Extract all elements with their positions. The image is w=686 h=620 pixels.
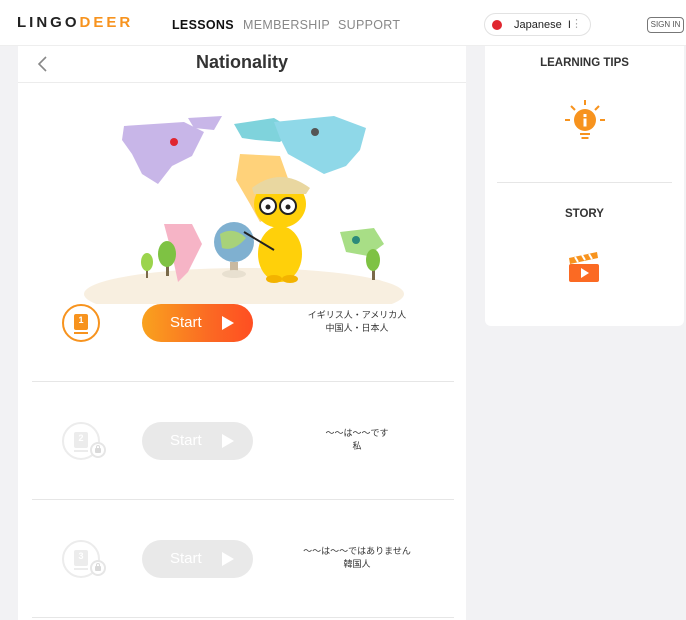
start-label: Start (170, 314, 202, 331)
start-button[interactable]: Start (142, 304, 253, 342)
lesson-content: ～～は～～です 私 (272, 428, 442, 454)
start-button[interactable]: Start (142, 422, 253, 460)
play-icon (222, 316, 234, 330)
book-line (74, 450, 88, 452)
divider (18, 82, 466, 83)
lock-icon (90, 560, 106, 576)
lesson-content: イギリス人・アメリカ人 中国人・日本人 (272, 310, 442, 336)
lesson-number: 3 (78, 551, 84, 561)
clapperboard-icon[interactable] (567, 250, 601, 284)
lesson-row: 1 Start イギリス人・アメリカ人 中国人・日本人 (32, 264, 454, 382)
lesson-line: ～～は～～です (325, 429, 389, 439)
nav-membership[interactable]: MEMBERSHIP (243, 18, 330, 32)
nav-support[interactable]: SUPPORT (338, 18, 400, 32)
lesson-number: 2 (78, 433, 84, 443)
book-line (74, 568, 88, 570)
page-title: Nationality (195, 52, 288, 72)
lesson-line: ～～は～～ではありません (303, 547, 411, 557)
play-icon (222, 434, 234, 448)
nav-lessons[interactable]: LESSONS (172, 18, 234, 32)
language-label: Japanese I (514, 19, 571, 31)
side-panel: LEARNING TIPS STORY (485, 46, 684, 326)
lesson-number: 1 (78, 315, 84, 325)
sign-in-button[interactable]: SIGN IN (647, 17, 684, 33)
play-icon (222, 552, 234, 566)
lesson-content: ～～は～～ではありません 韓国人 (272, 546, 442, 572)
lesson-row: 3 Start ～～は～～ではありません 韓国人 (32, 500, 454, 618)
start-label: Start (170, 550, 202, 567)
lightbulb-icon[interactable] (563, 98, 607, 142)
divider (497, 182, 672, 183)
lesson-panel: Nationality 1 Start イギリス人・アメリカ人 中国人・日本人 … (18, 46, 466, 620)
story-heading[interactable]: STORY (485, 208, 684, 220)
lesson-line: 韓国人 (343, 560, 371, 570)
japan-flag-icon (492, 20, 502, 30)
learning-tips-heading[interactable]: LEARNING TIPS (485, 57, 684, 69)
logo-text-lingo: LINGO (17, 14, 80, 31)
lesson-number-badge: 1 (62, 304, 100, 342)
top-bar: LINGODEER LESSONS MEMBERSHIP SUPPORT Jap… (0, 0, 686, 46)
lesson-line: 私 (352, 442, 362, 452)
start-button[interactable]: Start (142, 540, 253, 578)
book-line (74, 332, 88, 334)
lesson-line: イギリス人・アメリカ人 (307, 311, 407, 321)
logo-text-deer: DEER (79, 14, 134, 31)
language-selector[interactable]: Japanese I ⋮ (484, 13, 591, 36)
start-label: Start (170, 432, 202, 449)
lock-icon (90, 442, 106, 458)
logo[interactable]: LINGODEER (17, 14, 133, 31)
divider (32, 617, 454, 618)
lesson-line: 中国人・日本人 (325, 324, 389, 334)
lesson-row: 2 Start ～～は～～です 私 (32, 382, 454, 500)
more-vertical-icon: ⋮ (571, 18, 582, 30)
